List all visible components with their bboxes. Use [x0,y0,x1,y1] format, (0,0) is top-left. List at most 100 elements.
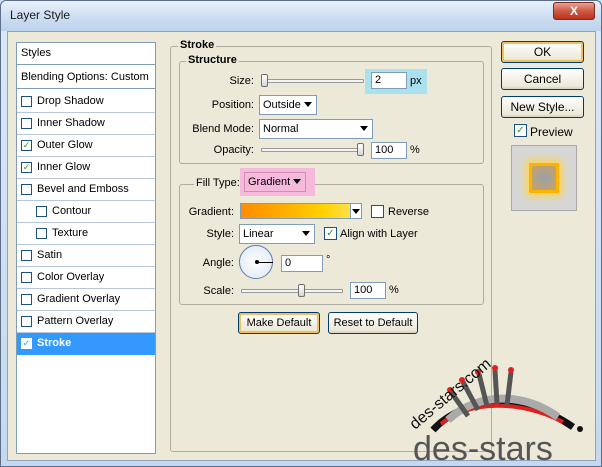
ok-button[interactable]: OK [501,41,584,63]
style-item-checkbox[interactable] [21,294,32,305]
style-item-pattern-overlay[interactable]: Pattern Overlay [17,311,155,333]
styles-header[interactable]: Styles [17,43,155,65]
style-item-label: Satin [37,249,63,261]
reverse-checkbox[interactable] [371,205,384,218]
size-unit: px [410,75,422,87]
scale-unit: % [389,284,399,296]
opacity-slider[interactable] [261,148,364,152]
styles-list: Styles Blending Options: Custom Drop Sha… [16,42,156,454]
style-item-checkbox[interactable]: ✓ [21,162,32,173]
style-item-label: Inner Shadow [37,117,105,129]
blending-options-item[interactable]: Blending Options: Custom [17,67,155,89]
scale-label: Scale: [203,285,234,297]
make-default-button[interactable]: Make Default [238,312,320,334]
cancel-button[interactable]: Cancel [501,68,584,90]
style-item-label: Gradient Overlay [37,293,121,305]
style-preview [511,145,577,211]
style-item-inner-glow[interactable]: ✓ Inner Glow [17,157,155,179]
angle-dial-icon[interactable] [239,245,273,279]
style-item-label: Color Overlay [37,271,105,283]
preview-label: Preview [530,125,573,139]
style-item-checkbox[interactable] [36,206,47,217]
style-item-label: Pattern Overlay [37,315,114,327]
new-style-button[interactable]: New Style... [501,96,584,118]
blend-mode-select[interactable]: Normal [259,119,373,139]
swoosh-dot [577,426,583,432]
position-value: Outside [263,99,301,111]
preview-swatch [529,163,559,193]
style-item-label: Stroke [37,337,72,349]
style-item-checkbox[interactable]: ✓ [21,140,32,151]
window-title: Layer Style [10,8,71,22]
opacity-slider-thumb[interactable] [357,143,364,156]
style-item-checkbox[interactable] [21,272,32,283]
style-item-inner-shadow[interactable]: Inner Shadow [17,113,155,135]
style-item-contour[interactable]: Contour [17,201,155,223]
gradient-picker-arrow[interactable] [350,203,362,219]
gradient-label: Gradient: [188,206,234,218]
layer-style-window: Layer Style X Styles Blending Options: C… [0,0,602,467]
position-label: Position: [211,99,254,111]
opacity-unit: % [410,144,420,156]
chevron-down-icon [293,179,301,184]
angle-label: Angle: [202,257,234,269]
style-item-gradient-overlay[interactable]: Gradient Overlay [17,289,155,311]
chevron-down-icon [304,102,312,107]
style-item-checkbox[interactable] [21,96,32,107]
chevron-down-icon [352,209,360,214]
fill-type-label: Fill Type: [194,177,242,189]
chevron-down-icon [302,231,310,236]
style-item-checkbox[interactable] [36,228,47,239]
scale-input[interactable]: 100 [350,282,386,299]
scale-slider[interactable] [241,289,343,293]
size-slider-thumb[interactable] [261,74,268,87]
style-item-stroke[interactable]: ✓ Stroke [17,333,155,355]
style-item-label: Texture [52,227,89,239]
style-item-texture[interactable]: Texture [17,223,155,245]
angle-dial-needle [257,262,273,263]
style-label: Style: [206,228,234,240]
style-item-checkbox[interactable] [21,118,32,129]
reverse-label: Reverse [388,206,429,218]
blend-mode-label: Blend Mode: [192,123,254,135]
opacity-input[interactable]: 100 [371,142,407,159]
gradient-style-select[interactable]: Linear [239,224,315,244]
style-item-label: Bevel and Emboss [37,183,129,195]
close-icon: X [569,4,578,18]
angle-input[interactable]: 0 [281,255,323,272]
angle-dial-center [255,260,259,264]
preview-checkbox[interactable]: ✓ [514,124,527,137]
style-item-label: Drop Shadow [37,95,104,107]
style-item-label: Contour [52,205,92,217]
structure-group-title: Structure [186,54,239,66]
style-item-checkbox[interactable]: ✓ [21,338,32,349]
size-input[interactable]: 2 [371,72,407,89]
align-with-layer-label: Align with Layer [340,228,418,240]
opacity-label: Opacity: [213,144,254,156]
des-stars-watermark: des-stars.com des-stars [407,355,583,462]
fill-type-value: Gradient [248,176,291,188]
style-item-satin[interactable]: Satin [17,245,155,267]
size-label: Size: [229,75,254,87]
chevron-down-icon [360,126,368,131]
gradient-swatch[interactable] [240,203,351,219]
style-item-checkbox[interactable] [21,316,32,327]
style-item-outer-glow[interactable]: ✓ Outer Glow [17,135,155,157]
close-button[interactable]: X [553,2,595,20]
dialog-client: Styles Blending Options: Custom Drop Sha… [7,31,596,462]
stroke-group-title: Stroke [178,39,217,51]
style-item-checkbox[interactable] [21,250,32,261]
style-item-label: Inner Glow [37,161,91,173]
scale-slider-thumb[interactable] [298,284,305,297]
angle-unit: ° [326,254,331,266]
position-select[interactable]: Outside [259,95,317,115]
fill-type-select[interactable]: Gradient [244,172,306,192]
style-item-drop-shadow[interactable]: Drop Shadow [17,91,155,113]
blend-mode-value: Normal [263,123,299,135]
style-item-color-overlay[interactable]: Color Overlay [17,267,155,289]
style-item-checkbox[interactable] [21,184,32,195]
size-slider[interactable] [261,79,364,83]
align-with-layer-checkbox[interactable]: ✓ [324,227,337,240]
style-item-bevel-and-emboss[interactable]: Bevel and Emboss [17,179,155,201]
gradient-style-value: Linear [243,228,274,240]
